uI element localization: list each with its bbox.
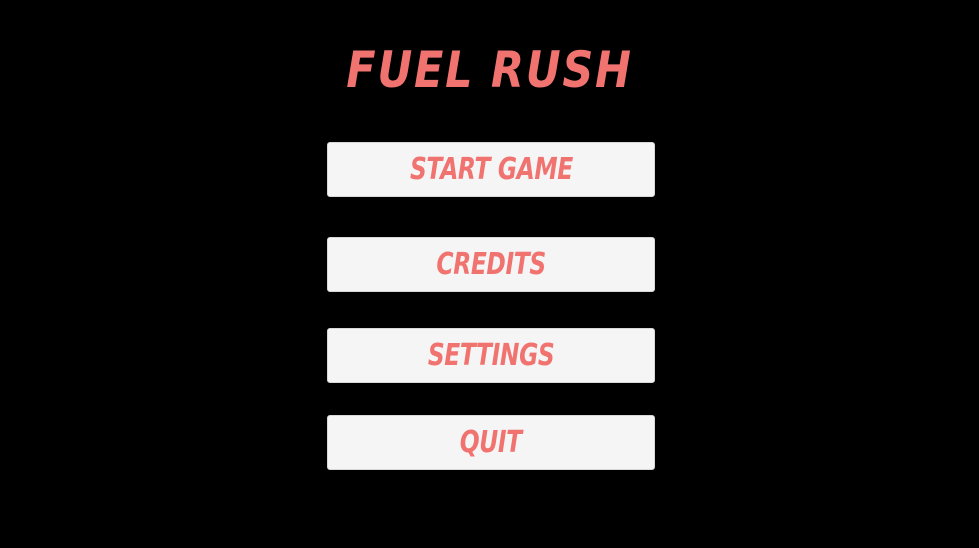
start-game-button[interactable]: START GAME	[327, 142, 655, 197]
credits-label: CREDITS	[436, 247, 546, 282]
main-menu-screen: FUEL RUSH START GAME CREDITS SETTINGS QU…	[0, 0, 979, 548]
game-title: FUEL RUSH	[346, 41, 633, 99]
start-game-label: START GAME	[409, 152, 573, 187]
settings-button[interactable]: SETTINGS	[327, 328, 655, 383]
credits-button[interactable]: CREDITS	[327, 237, 655, 292]
settings-label: SETTINGS	[427, 338, 555, 373]
quit-button[interactable]: QUIT	[327, 415, 655, 470]
quit-label: QUIT	[459, 425, 523, 460]
